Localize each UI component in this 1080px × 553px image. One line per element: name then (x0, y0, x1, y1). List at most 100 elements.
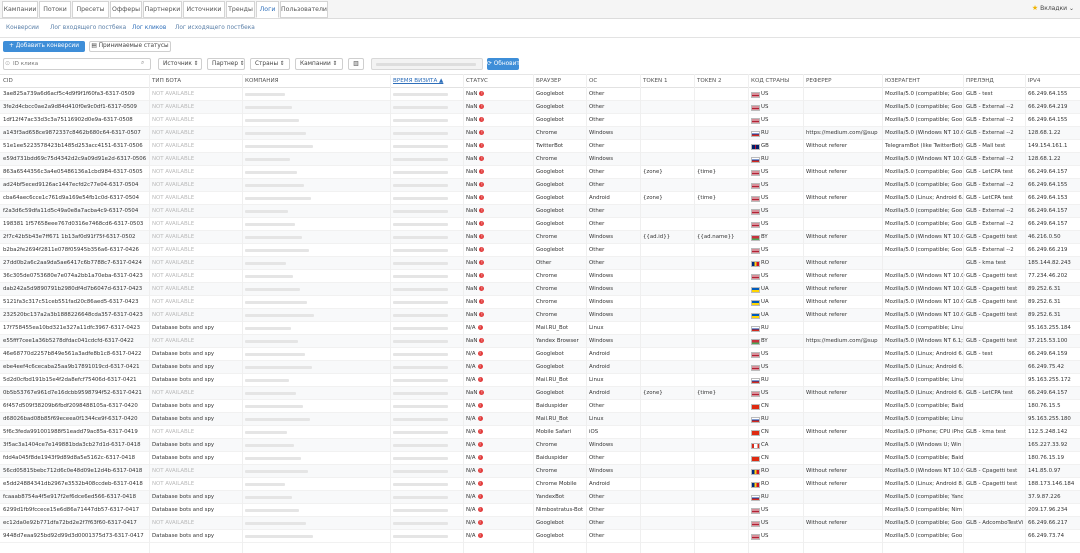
column-header-4[interactable]: ВРЕМЯ ВИЗИТА ▲ (393, 78, 443, 84)
visit-time-cell (393, 418, 448, 421)
table-row[interactable]: 6f457d509f38209b6fbdf2098488105a-6317-04… (0, 400, 1080, 413)
table-row[interactable]: 5f6c3feda991001988f51eadd79ac85a-6317-04… (0, 426, 1080, 439)
table-row[interactable]: 36c305de0753680e7e074a2bb1a70eba-6317-04… (0, 270, 1080, 283)
table-row[interactable]: 5121fa3c317c51ceb551fad20c86aed5-6317-04… (0, 296, 1080, 309)
subtab-1[interactable]: Конверсии (6, 25, 39, 31)
table-row[interactable]: 3ae825a739a6d6acf5c4d9f9f1f60fa3-6317-05… (0, 88, 1080, 101)
ipv4-cell: 66.249.64.159 (1028, 351, 1068, 357)
table-row[interactable]: e59d731bdd69c75d4342d2c9a09d91e2d-6317-0… (0, 153, 1080, 166)
status-label: NaN (466, 221, 478, 227)
column-header-12[interactable]: ЮЗЕРАГЕНТ (885, 78, 920, 84)
countries-dropdown[interactable]: Страны ⇕ (250, 58, 290, 70)
columns-toggle-button[interactable]: ▥ (348, 58, 364, 70)
table-row[interactable]: ad24bf5eced9126ac1447ecfd2c77e04-6317-05… (0, 179, 1080, 192)
campaign-cell (245, 444, 294, 447)
chevron-updown-icon: ⇕ (239, 61, 245, 67)
column-header-5[interactable]: СТАТУС (466, 78, 488, 84)
useragent-cell: Mozilla/5.0 (compatible; Goo (885, 208, 963, 214)
column-header-14[interactable]: IPV4 (1028, 78, 1040, 84)
click-id-search-input[interactable] (3, 58, 151, 70)
column-header-3[interactable]: КОМПАНИЯ (245, 78, 279, 84)
nav-tab-8[interactable]: Логи (256, 1, 279, 18)
add-conversion-button[interactable]: + Добавить конверсии (3, 41, 85, 52)
os-cell: Linux (589, 325, 604, 331)
nav-tab-6[interactable]: Источники (183, 1, 225, 18)
campaign-cell (245, 93, 285, 96)
table-row[interactable]: 2f7c42b5b43e7ff671 1b13af0d91f75f-6317-0… (0, 231, 1080, 244)
nav-tab-9[interactable]: Пользователи (280, 1, 328, 18)
useragent-cell: Mozilla/5.0 (compatible; Yand (885, 494, 965, 500)
table-row[interactable]: 0b5b53767e961d7e16dcbb9598794f52-6317-04… (0, 387, 1080, 400)
status-cell: NaN! (466, 130, 485, 136)
column-header-8[interactable]: TOKEN 1 (643, 78, 668, 84)
partner-dropdown[interactable]: Партнер ⇕ (207, 58, 245, 70)
campaigns-dropdown[interactable]: Кампании ⇕ (295, 58, 343, 70)
status-label: NaN (466, 91, 478, 97)
table-row[interactable]: 3fe2d4cbcc0ae2a9d84d410f0e9c0df1-6317-05… (0, 101, 1080, 114)
table-row[interactable]: 198381 1f57658eee767d0316e7468cd6-6317-0… (0, 218, 1080, 231)
column-header-7[interactable]: ОС (589, 78, 597, 84)
table-row[interactable]: e55fff7cee1a36b5278dfdac041cdcfd-6317-04… (0, 335, 1080, 348)
date-range-picker[interactable] (371, 58, 483, 70)
browser-cell: Baiduspider (536, 403, 569, 409)
table-row[interactable]: 6299d1fb9fccece15e6d86a71447db57-6317-04… (0, 504, 1080, 517)
table-row[interactable]: a143f3ad658ce9872337c8462b680c64-6317-05… (0, 127, 1080, 140)
browser-cell: Googlebot (536, 208, 564, 214)
table-row[interactable]: 46e68770d2257b849e561a3adfe8b1c8-6317-04… (0, 348, 1080, 361)
browser-cell: Mail.RU_Bot (536, 416, 569, 422)
table-row[interactable]: 17f758455ea10bd321e327a11dfc3967-6317-04… (0, 322, 1080, 335)
table-row[interactable]: b2ba2fe2694f2811e078f05945b356a6-6317-04… (0, 244, 1080, 257)
prelend-cell: GLB - Cpagetti test (966, 286, 1018, 292)
table-row[interactable]: d68026bad08b85f69eceea0f1344ce9f-6317-04… (0, 413, 1080, 426)
log-subtabs: Конверсии Лог входящего постбека Лог клико… (0, 22, 1080, 38)
nav-tab-3[interactable]: Пресеты (72, 1, 109, 18)
column-header-9[interactable]: TOKEN 2 (697, 78, 722, 84)
useragent-cell: Mozilla/5.0 (Linux; Android 6. (885, 364, 964, 370)
table-row[interactable]: 9448d7eaa925bd92d99d3d0001375d73-6317-04… (0, 530, 1080, 543)
column-divider (963, 74, 964, 553)
subtab-4[interactable]: Лог исходящего постбека (175, 25, 255, 31)
table-row[interactable]: 51e1ee5223578423b1485d253acc4151-6317-05… (0, 140, 1080, 153)
referer-cell: Without referer (806, 286, 848, 292)
table-row[interactable]: cba64aec6cce1c761d9a169e54fb1c0d-6317-05… (0, 192, 1080, 205)
table-row[interactable]: ebe4eef4c6cecaba25aa9b17891019cd-6317-04… (0, 361, 1080, 374)
column-header-10[interactable]: КОД СТРАНЫ (751, 78, 789, 84)
source-dropdown[interactable]: Источник ⇕ (158, 58, 202, 70)
column-header-11[interactable]: РЕФЕРЕР (806, 78, 832, 84)
table-row[interactable]: 3f5ac3a1404ce7e149881bda3cb27d1d-6317-04… (0, 439, 1080, 452)
browser-cell: Baiduspider (536, 455, 569, 461)
table-row[interactable]: dab242a5d9890791b2980df4d7b6047d-6317-04… (0, 283, 1080, 296)
table-row[interactable]: 232520bc137a2a3b1888226648cda357-6317-04… (0, 309, 1080, 322)
status-cell: N/A! (466, 520, 483, 526)
table-row[interactable]: 863a6544356c3a4e05486136a1cbd984-6317-05… (0, 166, 1080, 179)
refresh-button[interactable]: ⟳ Обновить (487, 58, 523, 70)
table-row[interactable]: e5dd24884341db2967e3532b408ccdeb-6317-04… (0, 478, 1080, 491)
table-row[interactable]: 1df12f47ac33d3c3a75116902d0e9a-6317-0508… (0, 114, 1080, 127)
column-header-1[interactable]: CID (3, 78, 13, 84)
nav-tab-4[interactable]: Офферы (110, 1, 142, 18)
subtab-3[interactable]: Лог кликов (132, 25, 166, 31)
table-row[interactable]: 27dd0b2a6c2aa9da5ae6417c6b7788c7-6317-04… (0, 257, 1080, 270)
column-header-13[interactable]: ПРЕЛЭНД (966, 78, 994, 84)
table-row[interactable]: fcaaab8754a4f5e917f2ef6dce6ed566-6317-04… (0, 491, 1080, 504)
campaign-cell (245, 301, 307, 304)
table-row[interactable]: fdd4a045f8de1943f9d89d8a5e5162c-6317-041… (0, 452, 1080, 465)
search-icon[interactable]: ⌕ (141, 59, 144, 67)
column-header-6[interactable]: БРАУЗЕР (536, 78, 561, 84)
table-row[interactable]: f2a3d6c59dfa11d5c49a0e8a7acba4c9-6317-05… (0, 205, 1080, 218)
subtab-2[interactable]: Лог входящего постбека (50, 25, 126, 31)
nav-tab-5[interactable]: Партнерки (143, 1, 182, 18)
table-row[interactable]: 56cd05815bebc712d6c0e48d09e12d4b-6317-04… (0, 465, 1080, 478)
table-row[interactable]: ec12da0e92b771dfa72bd2e2f7f63f60-6317-04… (0, 517, 1080, 530)
nav-tab-7[interactable]: Тренды (226, 1, 255, 18)
bookmarks-menu[interactable]: ★ Вкладки ⌄ (1032, 4, 1074, 12)
nav-tab-1[interactable]: Кампании (2, 1, 38, 18)
column-header-2[interactable]: ТИП БОТА (152, 78, 181, 84)
alert-icon: ! (479, 260, 485, 265)
accepted-statuses-button[interactable]: ▤ Принимаемые статусы (89, 41, 171, 52)
table-row[interactable]: 5d2d0cfbd191b15e4f2da8efcf75406d-6317-04… (0, 374, 1080, 387)
nav-tab-2[interactable]: Потоки (39, 1, 71, 18)
chevron-updown-icon: ⇕ (193, 61, 199, 67)
status-label: NaN (466, 390, 478, 396)
status-label: NaN (466, 208, 478, 214)
